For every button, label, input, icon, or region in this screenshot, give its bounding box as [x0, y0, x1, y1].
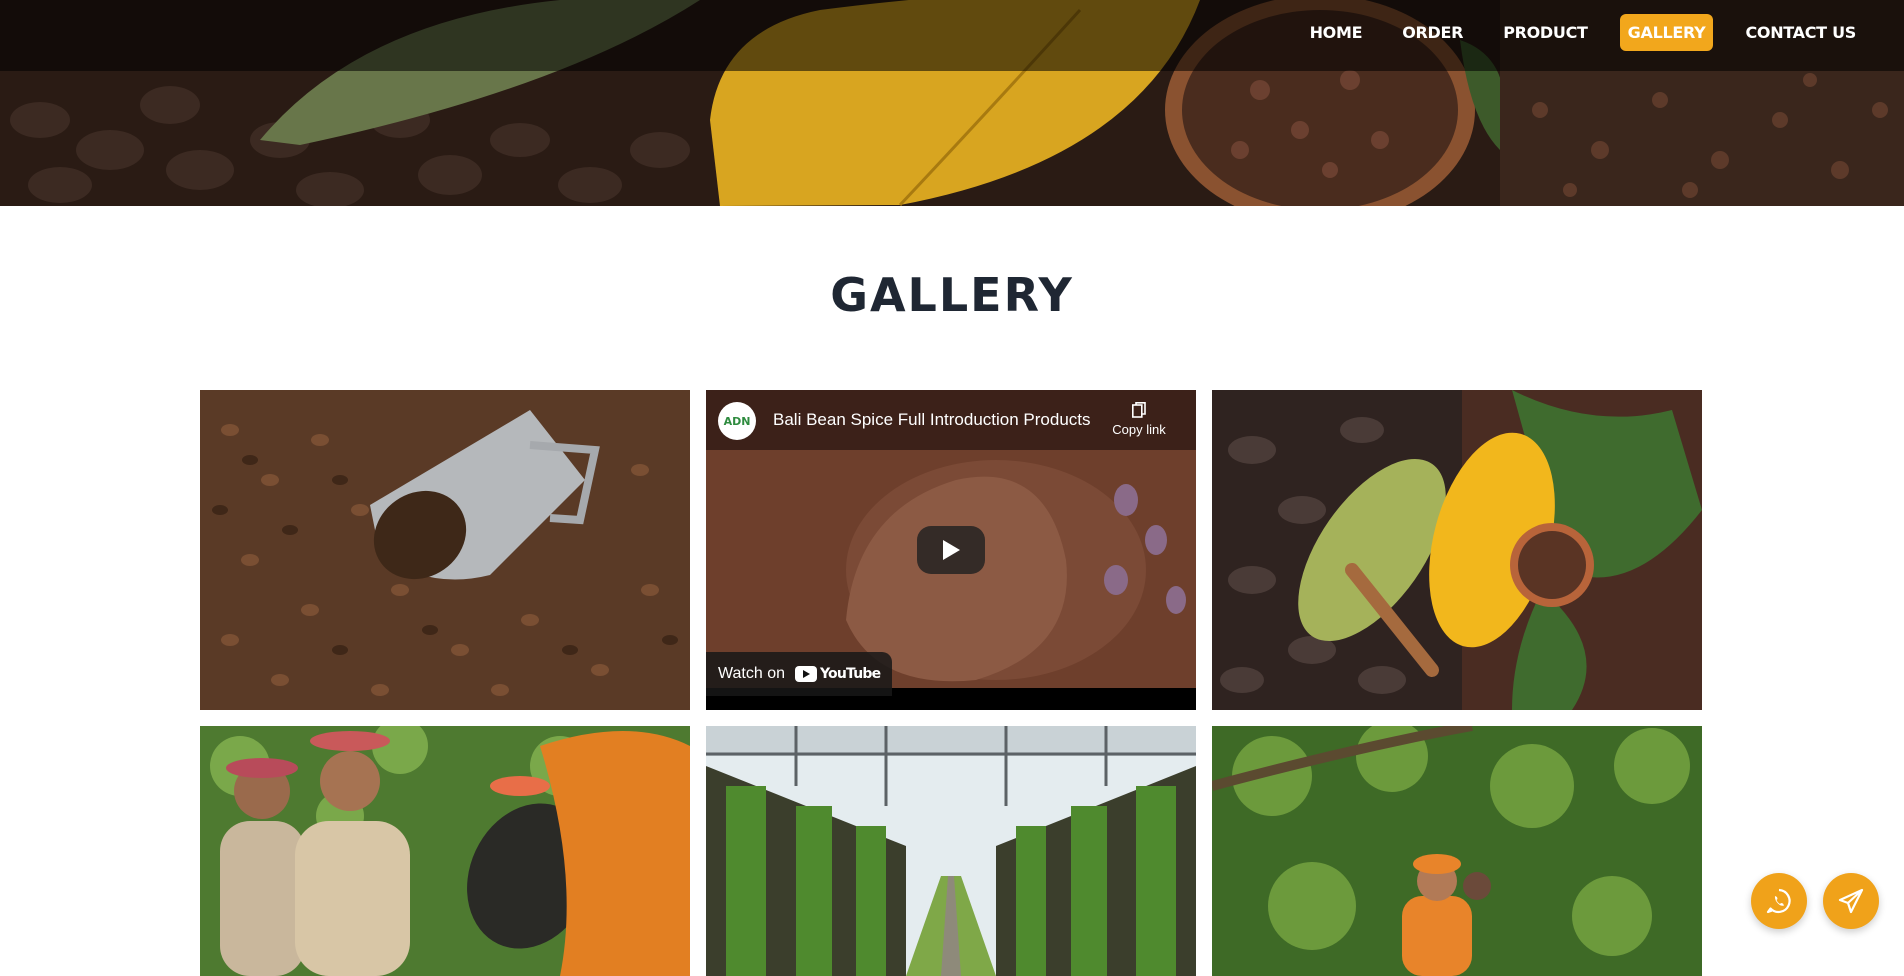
whatsapp-button[interactable] [1751, 873, 1807, 929]
video-title[interactable]: Bali Bean Spice Full Introduction Produc… [773, 410, 1091, 430]
gallery-image-plantation[interactable] [1212, 726, 1702, 976]
copy-link-button[interactable]: Copy link [1104, 402, 1174, 437]
gallery-image-farmers[interactable] [200, 726, 690, 976]
copy-link-label: Copy link [1112, 422, 1166, 437]
youtube-brand-label: YouTube [820, 666, 881, 682]
main-nav: HOME ORDER PRODUCT GALLERY CONTACT US [1288, 14, 1864, 51]
coffee-beans-photo [200, 390, 690, 710]
whatsapp-icon [1766, 888, 1791, 914]
gallery-image-cacao-pods[interactable] [1212, 390, 1702, 710]
play-button[interactable] [917, 526, 985, 574]
youtube-logo: YouTube [795, 666, 881, 682]
play-icon [943, 540, 960, 560]
send-message-button[interactable] [1823, 873, 1879, 929]
cacao-pods-photo [1212, 390, 1702, 710]
gallery-grid: ADN Bali Bean Spice Full Introduction Pr… [200, 390, 1704, 976]
hero-banner: HOME ORDER PRODUCT GALLERY CONTACT US [0, 0, 1904, 206]
farmers-photo [200, 726, 690, 976]
watch-on-youtube-button[interactable]: Watch on YouTube [706, 652, 893, 696]
paper-plane-icon [1838, 888, 1864, 914]
navbar: HOME ORDER PRODUCT GALLERY CONTACT US [0, 0, 1904, 71]
nav-product[interactable]: PRODUCT [1495, 14, 1595, 51]
nav-order[interactable]: ORDER [1394, 14, 1471, 51]
youtube-video-embed[interactable]: ADN Bali Bean Spice Full Introduction Pr… [706, 390, 1196, 710]
greenhouse-photo [706, 726, 1196, 976]
page-title: GALLERY [830, 268, 1074, 322]
copy-icon [1132, 402, 1146, 418]
gallery-image-greenhouse[interactable] [706, 726, 1196, 976]
nav-contact-us[interactable]: CONTACT US [1737, 14, 1864, 51]
nav-gallery[interactable]: GALLERY [1619, 14, 1714, 51]
youtube-play-icon [795, 666, 817, 682]
nav-home[interactable]: HOME [1302, 14, 1371, 51]
gallery-image-coffee-beans[interactable] [200, 390, 690, 710]
watch-on-label: Watch on [718, 665, 785, 682]
plantation-photo [1212, 726, 1702, 976]
channel-avatar[interactable]: ADN [718, 402, 756, 440]
